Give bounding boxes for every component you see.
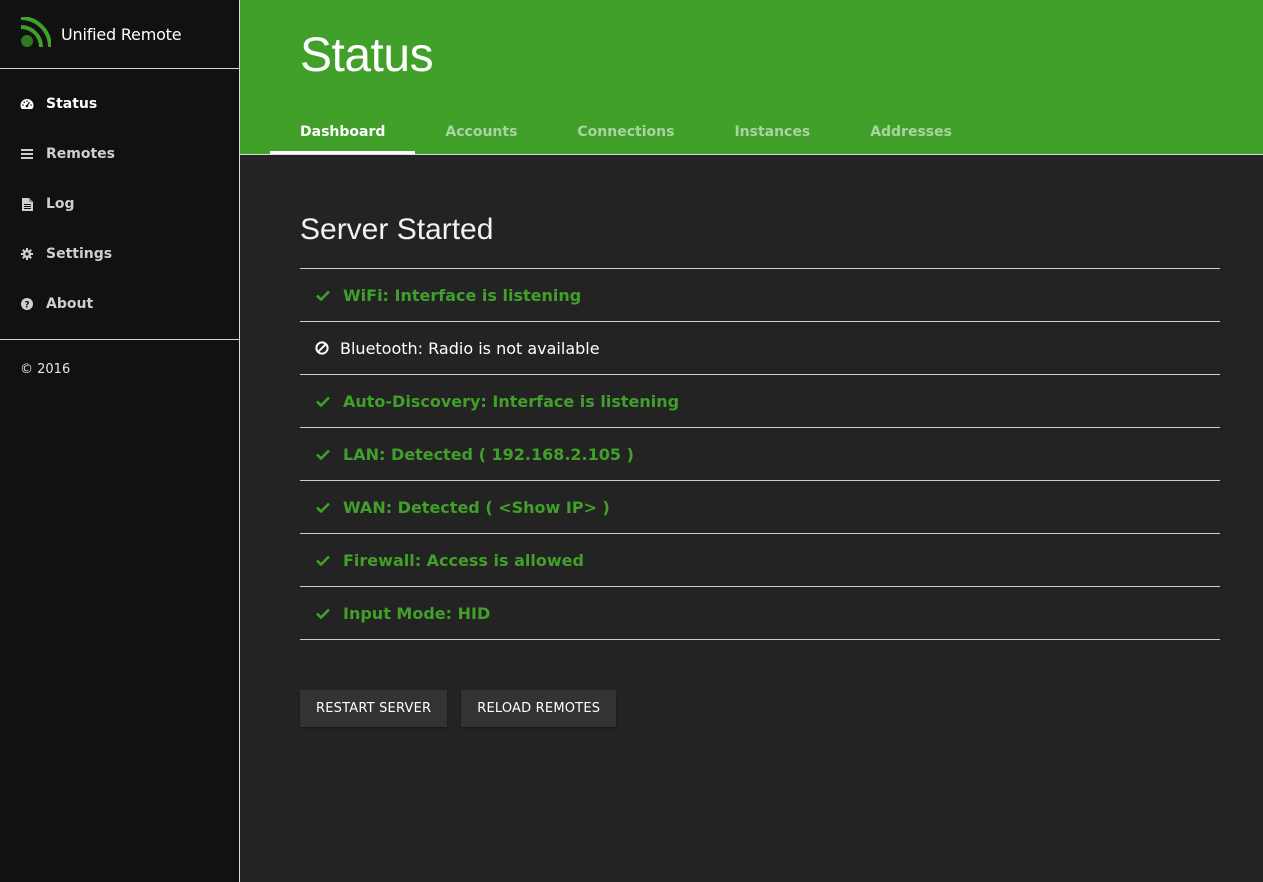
check-icon <box>316 394 330 408</box>
check-icon <box>316 288 330 302</box>
check-icon <box>316 447 330 461</box>
page-header: Status Dashboard Accounts Connections In… <box>240 0 1263 155</box>
check-icon <box>316 606 330 620</box>
menu-bars-icon <box>20 147 34 161</box>
status-item-firewall: Firewall: Access is allowed <box>300 534 1220 587</box>
status-text: Bluetooth: Radio is not available <box>340 338 600 358</box>
signal-logo-icon <box>20 16 51 47</box>
tab-dashboard[interactable]: Dashboard <box>270 112 416 154</box>
status-item-wifi: WiFi: Interface is listening <box>300 269 1220 322</box>
status-item-wan[interactable]: WAN: Detected ( <Show IP> ) <box>300 481 1220 534</box>
tab-instances[interactable]: Instances <box>704 112 840 154</box>
sidebar-item-label: Log <box>46 196 75 212</box>
status-item-lan: LAN: Detected ( 192.168.2.105 ) <box>300 428 1220 481</box>
status-item-input-mode: Input Mode: HID <box>300 587 1220 640</box>
tab-connections[interactable]: Connections <box>547 112 704 154</box>
question-circle-icon: ? <box>20 297 34 311</box>
sidebar-item-remotes[interactable]: Remotes <box>0 129 239 179</box>
svg-text:?: ? <box>24 301 29 311</box>
gear-icon <box>20 247 34 261</box>
sidebar-nav: Status Remotes Log Settings ? About <box>0 69 239 340</box>
status-text: WAN: Detected ( <Show IP> ) <box>343 497 610 517</box>
status-text: WiFi: Interface is listening <box>343 285 582 305</box>
status-text: Firewall: Access is allowed <box>343 550 584 570</box>
sidebar-item-log[interactable]: Log <box>0 179 239 229</box>
tab-accounts[interactable]: Accounts <box>415 112 547 154</box>
status-item-auto-discovery: Auto-Discovery: Interface is listening <box>300 375 1220 428</box>
document-icon <box>20 197 34 211</box>
status-list: WiFi: Interface is listening Bluetooth: … <box>300 268 1220 640</box>
main-content: Server Started WiFi: Interface is listen… <box>300 155 1220 727</box>
section-title: Server Started <box>300 213 494 246</box>
tab-bar: Dashboard Accounts Connections Instances… <box>270 112 982 154</box>
copyright: © 2016 <box>20 362 71 377</box>
status-text: LAN: Detected ( 192.168.2.105 ) <box>343 444 634 464</box>
reload-remotes-button[interactable]: RELOAD REMOTES <box>461 690 617 727</box>
check-icon <box>316 553 330 567</box>
sidebar-item-label: Status <box>46 96 98 112</box>
status-text: Auto-Discovery: Interface is listening <box>343 391 680 411</box>
sidebar-item-status[interactable]: Status <box>0 79 239 129</box>
ban-icon <box>315 341 329 355</box>
sidebar-item-label: Remotes <box>46 146 116 162</box>
check-icon <box>316 500 330 514</box>
tab-addresses[interactable]: Addresses <box>840 112 982 154</box>
status-text: Input Mode: HID <box>343 603 491 623</box>
sidebar-item-settings[interactable]: Settings <box>0 229 239 279</box>
app-window: Unified Remote Status Remotes Log Settin… <box>0 0 1263 882</box>
page-title: Status <box>300 29 434 82</box>
action-buttons: RESTART SERVER RELOAD REMOTES <box>300 690 1220 727</box>
dashboard-icon <box>20 97 34 111</box>
sidebar-item-label: About <box>46 296 94 312</box>
sidebar-item-label: Settings <box>46 246 113 262</box>
restart-server-button[interactable]: RESTART SERVER <box>300 690 448 727</box>
brand[interactable]: Unified Remote <box>0 0 239 69</box>
sidebar-item-about[interactable]: ? About <box>0 279 239 329</box>
sidebar: Unified Remote Status Remotes Log Settin… <box>0 0 240 882</box>
status-item-bluetooth: Bluetooth: Radio is not available <box>300 322 1220 375</box>
app-title: Unified Remote <box>61 24 182 44</box>
